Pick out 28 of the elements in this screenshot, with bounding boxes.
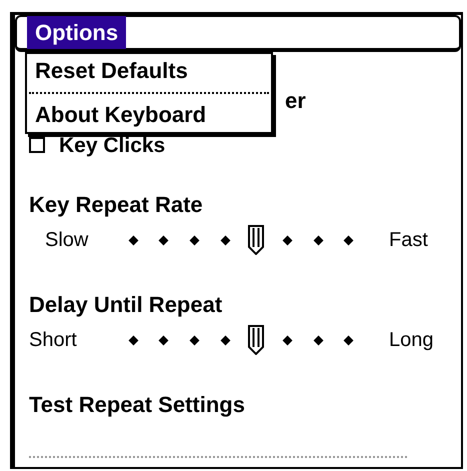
slider-tick [344,235,354,245]
slider-max-label: Fast [389,230,428,250]
slider-tick [128,335,138,345]
slider-min-label: Short [29,330,78,350]
section-heading: Key Repeat Rate [29,191,204,219]
checkbox-label: Key Clicks [59,134,166,156]
slider-tick [158,335,169,345]
menu-item[interactable]: About Keyboard [27,98,271,132]
slider-thumb[interactable] [248,225,264,255]
slider-max-label: Long [389,330,434,350]
section-heading: Test Repeat Settings [29,391,246,419]
slider-tick [282,335,292,345]
slider-tick [158,235,169,245]
section-heading: Delay Until Repeat [29,291,224,319]
slider-tick [190,335,200,345]
slider-tick [190,235,200,245]
slider-tick [282,235,292,245]
setting-label: er [285,90,306,112]
slider-tick [220,235,230,245]
slider-tick [313,235,323,245]
slider-tick [313,335,323,345]
slider-tick [128,235,138,245]
menu-title[interactable]: Options [27,16,126,49]
menu-item[interactable]: Reset Defaults [27,54,271,88]
slider-tick [344,335,354,345]
slider-thumb[interactable] [248,325,264,355]
slider-tick [220,335,230,345]
slider-min-label: Slow [44,230,90,250]
